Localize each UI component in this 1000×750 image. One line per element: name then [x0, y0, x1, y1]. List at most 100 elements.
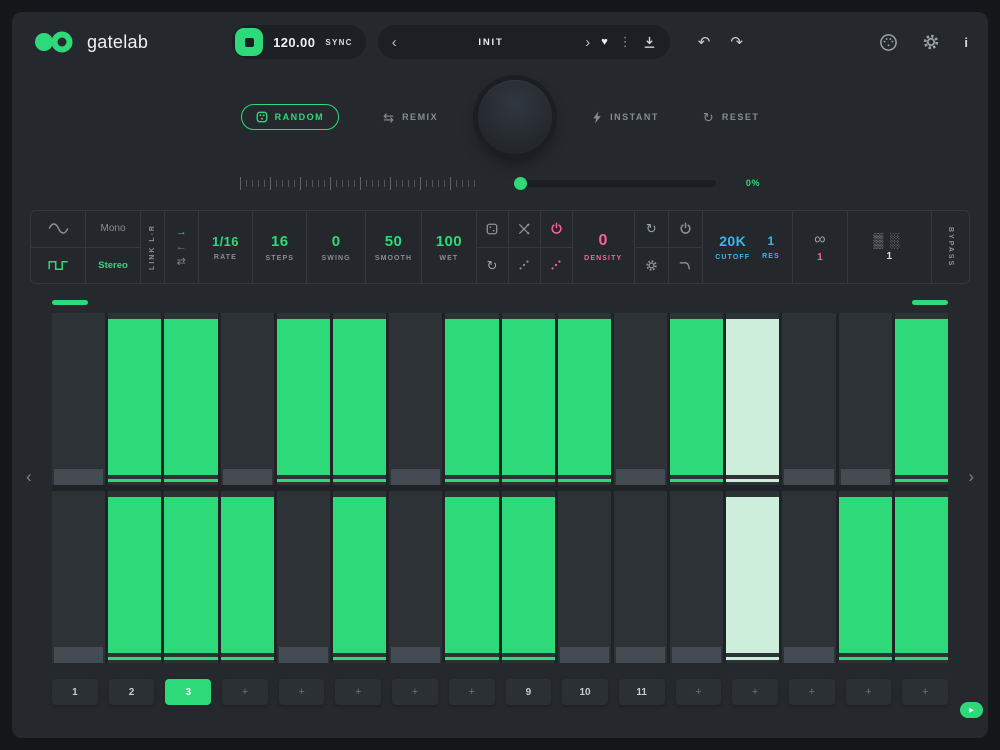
step-off[interactable]: [670, 491, 723, 663]
sync-toggle[interactable]: SYNC: [325, 38, 352, 47]
filter-slope-button[interactable]: [669, 247, 702, 284]
noise-control[interactable]: ▒░ 1: [847, 211, 931, 283]
stereo-button[interactable]: Stereo: [86, 247, 139, 284]
square-wave-button[interactable]: [31, 247, 85, 284]
pattern-button-9[interactable]: 9: [506, 679, 552, 705]
pattern-autoplay-button[interactable]: ▶: [960, 702, 983, 718]
settings-gear-icon[interactable]: [922, 33, 940, 51]
density-power-button[interactable]: [541, 211, 572, 247]
refresh-icon[interactable]: ↻: [477, 247, 508, 284]
favorite-heart-icon[interactable]: ♥: [601, 36, 608, 48]
step-off[interactable]: [558, 491, 611, 663]
pattern-add-button[interactable]: +: [676, 679, 722, 705]
cutoff-control[interactable]: 20K CUTOFF: [715, 233, 750, 261]
kebab-menu-icon[interactable]: ⋮: [619, 34, 632, 50]
variation-ruler[interactable]: [240, 177, 480, 190]
step-on[interactable]: [839, 491, 892, 663]
filter-refresh-icon[interactable]: ↻: [635, 211, 668, 247]
link-lr-toggle[interactable]: LINK L-R: [140, 211, 164, 283]
pattern-add-button[interactable]: +: [335, 679, 381, 705]
step-on[interactable]: [502, 313, 555, 485]
step-on[interactable]: [895, 491, 948, 663]
mono-button[interactable]: Mono: [86, 211, 139, 247]
smooth-control[interactable]: 50 SMOOTH: [365, 211, 421, 283]
step-on[interactable]: [333, 491, 386, 663]
step-on[interactable]: [164, 313, 217, 485]
pattern-add-button[interactable]: +: [789, 679, 835, 705]
pattern-add-button[interactable]: +: [449, 679, 495, 705]
bpm-value[interactable]: 120.00: [273, 35, 315, 50]
step-on[interactable]: [445, 491, 498, 663]
step-off[interactable]: [782, 313, 835, 485]
step-on[interactable]: [502, 491, 555, 663]
pattern-add-button[interactable]: +: [846, 679, 892, 705]
step-off[interactable]: [221, 313, 274, 485]
pattern-button-2[interactable]: 2: [109, 679, 155, 705]
step-on[interactable]: [108, 491, 161, 663]
step-on[interactable]: [164, 491, 217, 663]
wet-control[interactable]: 100 WET: [421, 211, 475, 283]
save-download-icon[interactable]: [643, 36, 656, 49]
pattern-add-button[interactable]: +: [222, 679, 268, 705]
step-on[interactable]: [108, 313, 161, 485]
direction-forward-icon[interactable]: →: [176, 226, 187, 238]
step-on[interactable]: [895, 313, 948, 485]
filter-gear-button[interactable]: [635, 247, 668, 284]
reset-button[interactable]: ↻ RESET: [703, 111, 759, 124]
random-button[interactable]: RANDOM: [241, 104, 340, 130]
loop-range-handle-right[interactable]: [912, 300, 948, 305]
sequencer-next-page-chevron[interactable]: ›: [968, 467, 974, 487]
shuffle-button[interactable]: [509, 211, 540, 247]
step-current[interactable]: [726, 313, 779, 485]
step-off[interactable]: [389, 491, 442, 663]
bypass-toggle[interactable]: BYPASS: [931, 211, 969, 283]
step-off[interactable]: [839, 313, 892, 485]
stop-button[interactable]: [235, 28, 263, 56]
sine-wave-button[interactable]: [31, 211, 85, 247]
density-control[interactable]: 0 DENSITY: [572, 211, 634, 283]
redo-button[interactable]: ↷: [730, 33, 743, 51]
die-button[interactable]: [477, 211, 508, 247]
swing-control[interactable]: 0 SWING: [306, 211, 364, 283]
pattern-button-11[interactable]: 11: [619, 679, 665, 705]
pattern-add-button[interactable]: +: [902, 679, 948, 705]
step-on[interactable]: [333, 313, 386, 485]
info-button[interactable]: i: [964, 35, 968, 50]
step-off[interactable]: [614, 313, 667, 485]
ramp-dots-button[interactable]: [509, 247, 540, 284]
filter-power-button[interactable]: [669, 211, 702, 247]
pattern-button-1[interactable]: 1: [52, 679, 98, 705]
res-control[interactable]: 1 RES: [762, 234, 780, 260]
instant-button[interactable]: INSTANT: [592, 111, 659, 124]
pattern-add-button[interactable]: +: [732, 679, 778, 705]
rate-control[interactable]: 1/16 RATE: [198, 211, 252, 283]
direction-pingpong-icon[interactable]: ⇄: [177, 256, 186, 268]
direction-backward-icon[interactable]: ←: [176, 241, 187, 253]
repeat-control[interactable]: ∞ 1: [792, 211, 846, 283]
undo-button[interactable]: ↶: [698, 33, 711, 51]
sequencer-prev-page-chevron[interactable]: ‹: [26, 467, 32, 487]
steps-control[interactable]: 16 STEPS: [252, 211, 306, 283]
step-off[interactable]: [52, 313, 105, 485]
main-knob[interactable]: [478, 80, 552, 154]
pattern-add-button[interactable]: +: [279, 679, 325, 705]
step-on[interactable]: [670, 313, 723, 485]
pattern-add-button[interactable]: +: [392, 679, 438, 705]
step-off[interactable]: [277, 491, 330, 663]
preset-prev-button[interactable]: ‹: [392, 35, 397, 50]
step-on[interactable]: [558, 313, 611, 485]
remix-button[interactable]: ⇆ REMIX: [383, 111, 438, 124]
step-off[interactable]: [52, 491, 105, 663]
step-on[interactable]: [277, 313, 330, 485]
preset-name[interactable]: INIT: [408, 37, 574, 48]
step-on[interactable]: [221, 491, 274, 663]
step-off[interactable]: [389, 313, 442, 485]
loop-range-handle-left[interactable]: [52, 300, 88, 305]
pattern-button-3[interactable]: 3: [165, 679, 211, 705]
step-off[interactable]: [782, 491, 835, 663]
midi-icon[interactable]: [879, 33, 898, 52]
step-on[interactable]: [445, 313, 498, 485]
step-current[interactable]: [726, 491, 779, 663]
density-dots-button[interactable]: [541, 247, 572, 284]
variation-slider-track[interactable]: [524, 180, 716, 187]
